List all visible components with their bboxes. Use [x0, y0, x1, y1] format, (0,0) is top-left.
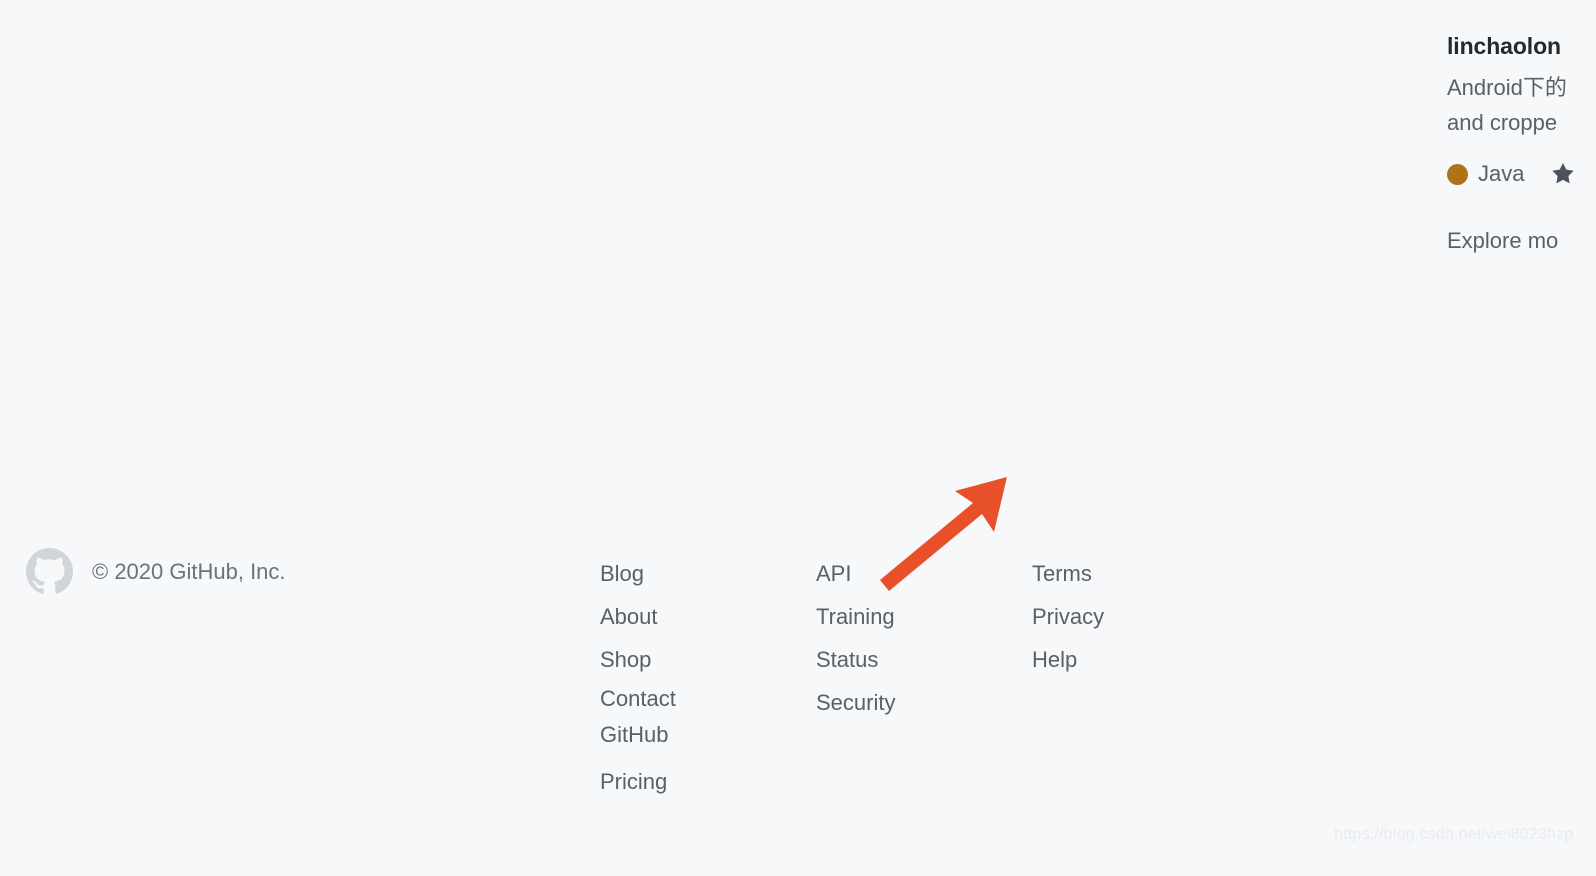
site-footer: © 2020 GitHub, Inc. Blog About Shop Cont…: [0, 0, 1596, 876]
footer-link-pricing[interactable]: Pricing: [600, 760, 720, 803]
footer-link-api[interactable]: API: [816, 552, 895, 595]
footer-link-shop[interactable]: Shop: [600, 638, 720, 681]
page-root: linchaolon Android下的 and croppe Java Exp…: [0, 0, 1596, 876]
footer-column-legal: Terms Privacy Help: [1032, 552, 1104, 681]
footer-link-about[interactable]: About: [600, 595, 720, 638]
footer-column-platform: API Training Status Security: [816, 552, 895, 724]
footer-link-privacy[interactable]: Privacy: [1032, 595, 1104, 638]
footer-link-help[interactable]: Help: [1032, 638, 1104, 681]
footer-column-company: Blog About Shop Contact GitHub Pricing: [600, 552, 720, 803]
footer-link-security[interactable]: Security: [816, 681, 895, 724]
footer-link-contact-github[interactable]: Contact GitHub: [600, 681, 720, 753]
footer-link-training[interactable]: Training: [816, 595, 895, 638]
footer-copyright: © 2020 GitHub, Inc.: [26, 548, 286, 595]
footer-link-terms[interactable]: Terms: [1032, 552, 1104, 595]
footer-link-status[interactable]: Status: [816, 638, 895, 681]
watermark-text: https://blog.csdn.net/wei8023hzp: [1334, 826, 1574, 843]
github-mark-icon: [26, 548, 73, 595]
copyright-text: © 2020 GitHub, Inc.: [92, 558, 286, 584]
footer-link-blog[interactable]: Blog: [600, 552, 720, 595]
